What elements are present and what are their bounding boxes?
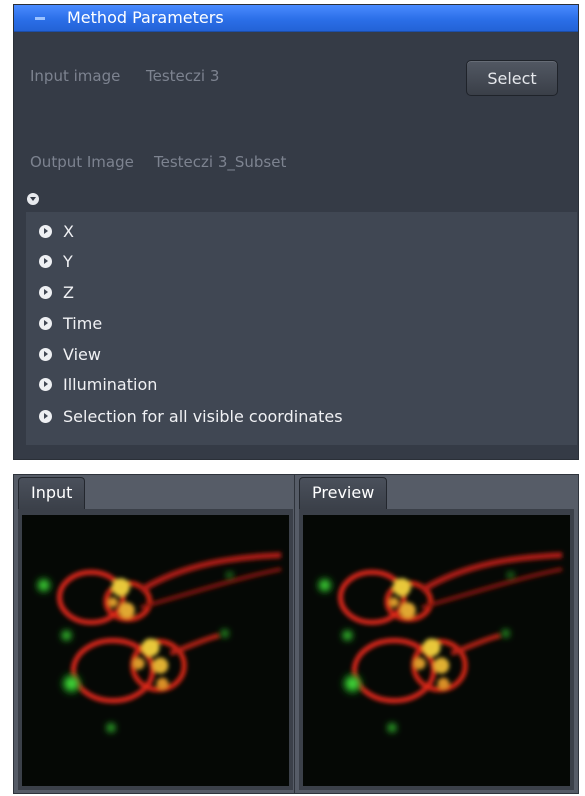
tab-input[interactable]: Input [18,477,86,509]
tab-preview[interactable]: Preview [299,477,388,509]
input-microscopy-image[interactable] [22,515,289,786]
coordinate-list: X Y Z Time View Illumination Selection f… [26,212,577,445]
coordinate-label: Y [63,252,73,271]
input-image-frame [18,509,293,790]
preview-image-frame [299,509,574,790]
panel-title: Method Parameters [67,8,224,27]
coordinate-label: View [63,345,101,364]
select-button[interactable]: Select [466,60,558,96]
chevron-right-circle-icon[interactable] [39,410,52,423]
input-image-label: Input image [30,67,121,85]
chevron-right-circle-icon[interactable] [39,286,52,299]
coordinate-label: Selection for all visible coordinates [63,407,343,426]
coordinate-label: Z [63,283,74,302]
coordinate-label: Illumination [63,375,158,394]
collapse-icon[interactable] [35,17,45,20]
fluorescence-image [303,515,570,786]
chevron-right-circle-icon[interactable] [39,348,52,361]
fluorescence-image [22,515,289,786]
output-image-label: Output Image [30,153,134,171]
coordinate-label: X [63,222,74,241]
chevron-right-circle-icon[interactable] [39,225,52,238]
method-parameters-panel: Method Parameters Input image Testeczi 3… [13,4,579,460]
output-image-value: Testeczi 3_Subset [154,153,287,171]
chevron-right-circle-icon[interactable] [39,378,52,391]
chevron-right-circle-icon[interactable] [39,317,52,330]
input-image-value: Testeczi 3 [146,67,220,85]
chevron-down-circle-icon[interactable] [27,193,39,205]
preview-viewer: Preview [294,474,579,794]
input-viewer: Input [13,474,298,794]
panel-header[interactable]: Method Parameters [14,5,578,32]
coordinate-label: Time [63,314,103,333]
chevron-right-circle-icon[interactable] [39,255,52,268]
preview-microscopy-image[interactable] [303,515,570,786]
